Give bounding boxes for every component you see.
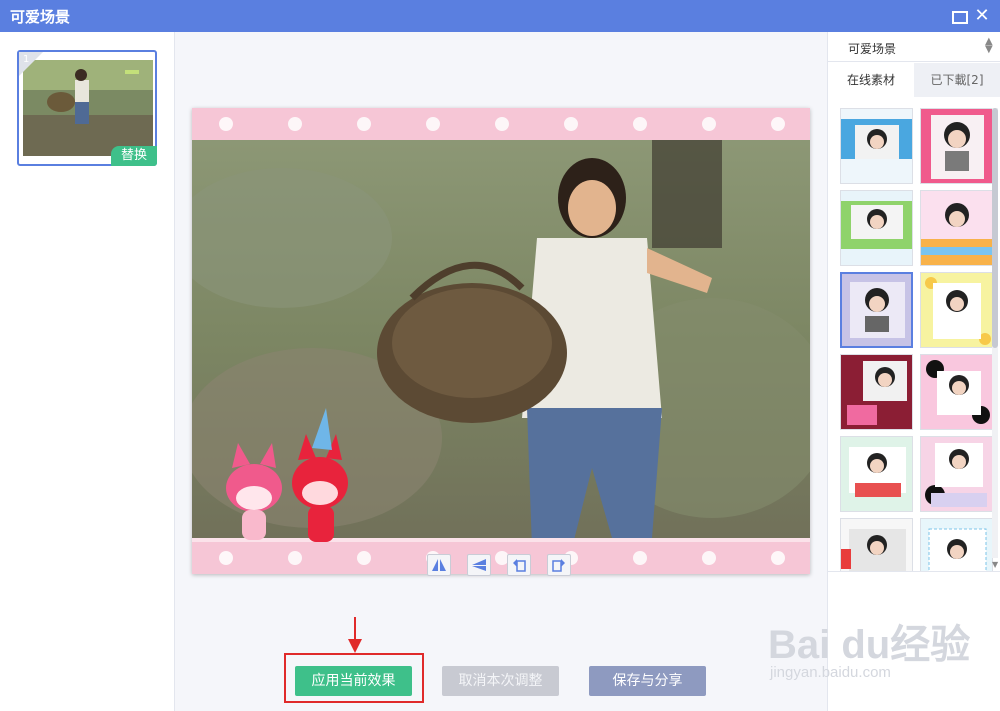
cancel-adjust-button[interactable]: 取消本次调整: [442, 666, 559, 696]
flip-vertical-icon[interactable]: [467, 554, 491, 576]
template-thumbnail[interactable]: [920, 354, 993, 430]
template-thumbnail[interactable]: [840, 518, 913, 571]
template-thumbnail[interactable]: [920, 108, 993, 184]
scene-select[interactable]: 可爱场景 ▲ ▼: [828, 32, 1000, 62]
title-bar: 可爱场景 ✕: [0, 0, 1000, 32]
close-icon[interactable]: ✕: [972, 6, 992, 26]
template-tabs: 在线素材 已下載[2]: [828, 63, 1000, 97]
flip-horizontal-icon[interactable]: [427, 554, 451, 576]
rotate-left-icon[interactable]: [507, 554, 531, 576]
template-thumbnail-selected[interactable]: [840, 272, 913, 348]
template-thumbnail[interactable]: [840, 108, 913, 184]
scrollbar-thumb[interactable]: [992, 108, 998, 348]
template-thumbnail[interactable]: [920, 190, 993, 266]
scene-select-value: 可爱场景: [848, 42, 897, 56]
template-thumbnail[interactable]: [920, 518, 993, 571]
editor-area: 应用当前效果 取消本次调整 保存与分享: [176, 32, 826, 711]
photo-list-panel: 1 替换: [0, 32, 175, 711]
preview-image: [192, 108, 810, 574]
template-grid: ▼: [828, 98, 1000, 572]
save-share-button[interactable]: 保存与分享: [589, 666, 706, 696]
tab-online[interactable]: 在线素材: [828, 63, 914, 97]
template-thumbnail[interactable]: [840, 354, 913, 430]
apply-effect-button[interactable]: 应用当前效果: [295, 666, 412, 696]
template-thumbnail[interactable]: [920, 272, 993, 348]
select-caret-icon: ▲ ▼: [985, 36, 993, 55]
replace-button[interactable]: 替换: [111, 146, 157, 166]
preview-frame: [192, 108, 810, 574]
baidu-jingyan-watermark: Bai du经验 jingyan.baidu.com: [768, 600, 1000, 700]
thumbnail-index: 1: [23, 54, 30, 65]
template-thumbnail[interactable]: [840, 436, 913, 512]
maximize-icon[interactable]: [948, 6, 968, 26]
watermark-url: jingyan.baidu.com: [770, 664, 891, 681]
window-title: 可爱场景: [10, 8, 71, 26]
tab-downloaded[interactable]: 已下載[2]: [914, 63, 1000, 97]
photo-thumbnail[interactable]: 1 替换: [17, 50, 157, 166]
rotate-right-icon[interactable]: [547, 554, 571, 576]
scroll-down-icon[interactable]: ▼: [992, 560, 998, 569]
template-thumbnail[interactable]: [920, 436, 993, 512]
template-thumbnail[interactable]: [840, 190, 913, 266]
template-scrollbar[interactable]: [992, 108, 998, 558]
watermark-logo: Bai du经验: [768, 623, 971, 667]
pointer-arrow: [348, 617, 362, 653]
